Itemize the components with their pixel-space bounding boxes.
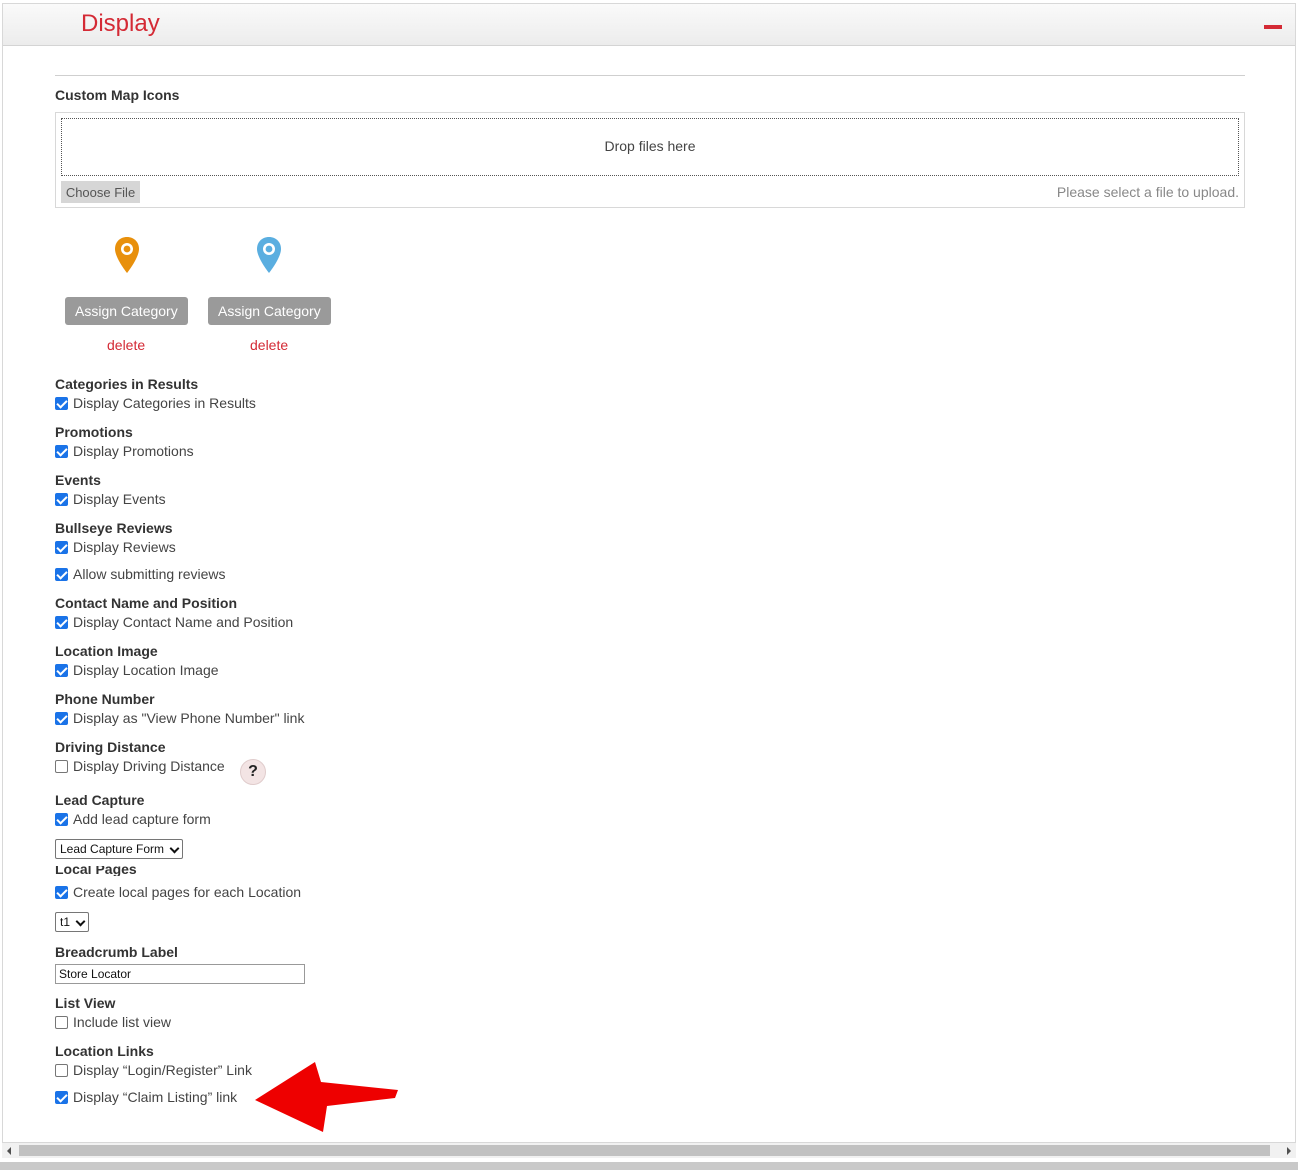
phone-title: Phone Number <box>55 691 155 707</box>
location-image-checkbox-row[interactable]: Display Location Image <box>55 662 219 678</box>
location-image-title: Location Image <box>55 643 158 659</box>
breadcrumb-title: Breadcrumb Label <box>55 944 178 960</box>
events-checkbox[interactable] <box>55 492 68 506</box>
local-pages-checkbox-row[interactable]: Create local pages for each Location <box>55 884 301 900</box>
lead-capture-checkbox-label: Add lead capture form <box>73 811 211 827</box>
driving-checkbox[interactable] <box>55 759 68 773</box>
phone-checkbox-row[interactable]: Display as "View Phone Number" link <box>55 710 304 726</box>
display-reviews-checkbox[interactable] <box>55 540 68 554</box>
chevron-down-icon <box>75 916 86 927</box>
login-link-checkbox-row[interactable]: Display “Login/Register” Link <box>55 1062 252 1078</box>
promotions-checkbox-label: Display Promotions <box>73 443 194 459</box>
list-view-title: List View <box>55 995 116 1011</box>
scroll-left-icon[interactable] <box>7 1147 11 1155</box>
file-dropzone[interactable]: Drop files here <box>61 118 1239 176</box>
events-checkbox-row[interactable]: Display Events <box>55 491 166 507</box>
collapse-icon[interactable] <box>1264 25 1282 29</box>
categories-checkbox-row[interactable]: Display Categories in Results <box>55 395 256 411</box>
promotions-title: Promotions <box>55 424 133 440</box>
claim-listing-checkbox[interactable] <box>55 1090 68 1104</box>
list-view-checkbox-label: Include list view <box>73 1014 172 1030</box>
contact-checkbox-row[interactable]: Display Contact Name and Position <box>55 614 293 630</box>
chevron-down-icon <box>169 843 180 854</box>
file-upload-box: Drop files here Choose File Please selec… <box>55 112 1245 208</box>
driving-checkbox-label: Display Driving Distance <box>73 758 225 774</box>
list-view-checkbox-row[interactable]: Include list view <box>55 1014 171 1030</box>
events-title: Events <box>55 472 101 488</box>
login-link-checkbox[interactable] <box>55 1063 68 1077</box>
local-pages-select-value: t1 <box>60 915 71 929</box>
categories-title: Categories in Results <box>55 376 199 392</box>
login-link-checkbox-label: Display “Login/Register” Link <box>73 1062 252 1078</box>
choose-file-button[interactable]: Choose File <box>61 181 140 203</box>
display-reviews-checkbox-row[interactable]: Display Reviews <box>55 539 176 555</box>
claim-listing-checkbox-row[interactable]: Display “Claim Listing” link <box>55 1089 237 1105</box>
bottom-strip <box>0 1162 1298 1170</box>
delete-icon-link[interactable]: delete <box>250 337 288 353</box>
contact-checkbox-label: Display Contact Name and Position <box>73 614 294 630</box>
promotions-checkbox-row[interactable]: Display Promotions <box>55 443 194 459</box>
blue-map-pin-icon <box>257 237 281 273</box>
location-image-checkbox-label: Display Location Image <box>73 662 219 678</box>
annotation-arrow-icon <box>255 1062 398 1132</box>
lead-capture-form-select-value: Lead Capture Form <box>60 842 165 856</box>
allow-reviews-checkbox[interactable] <box>55 567 68 581</box>
divider <box>55 75 1245 76</box>
delete-icon-link[interactable]: delete <box>107 337 145 353</box>
upload-hint: Please select a file to upload. <box>1056 184 1239 200</box>
scroll-right-icon[interactable] <box>1287 1147 1291 1155</box>
driving-checkbox-row[interactable]: Display Driving Distance <box>55 758 225 774</box>
allow-reviews-checkbox-row[interactable]: Allow submitting reviews <box>55 566 226 582</box>
local-pages-title-text: Local Pages <box>55 866 137 876</box>
lead-capture-title: Lead Capture <box>55 792 145 808</box>
local-pages-checkbox[interactable] <box>55 885 68 899</box>
panel-header[interactable]: Display <box>3 4 1295 46</box>
phone-checkbox-label: Display as "View Phone Number" link <box>73 710 305 726</box>
reviews-title: Bullseye Reviews <box>55 520 173 536</box>
orange-map-pin-icon <box>115 237 139 273</box>
assign-category-button[interactable]: Assign Category <box>65 297 188 325</box>
lead-capture-checkbox[interactable] <box>55 812 68 826</box>
list-view-checkbox[interactable] <box>55 1015 68 1029</box>
local-pages-checkbox-label: Create local pages for each Location <box>73 884 302 900</box>
local-pages-title: Local Pages <box>55 866 137 876</box>
custom-map-icons-label: Custom Map Icons <box>55 87 180 103</box>
allow-reviews-checkbox-label: Allow submitting reviews <box>73 566 226 582</box>
lead-capture-checkbox-row[interactable]: Add lead capture form <box>55 811 211 827</box>
horizontal-scrollbar[interactable] <box>2 1143 1296 1158</box>
breadcrumb-label-input[interactable] <box>55 964 305 984</box>
location-image-checkbox[interactable] <box>55 663 68 677</box>
local-pages-select[interactable]: t1 <box>55 912 90 932</box>
promotions-checkbox[interactable] <box>55 444 68 458</box>
panel-title: Display <box>81 10 160 37</box>
assign-category-button[interactable]: Assign Category <box>208 297 331 325</box>
categories-checkbox-label: Display Categories in Results <box>73 395 256 411</box>
contact-title: Contact Name and Position <box>55 595 238 611</box>
phone-checkbox[interactable] <box>55 711 68 725</box>
lead-capture-form-select[interactable]: Lead Capture Form <box>55 839 184 859</box>
events-checkbox-label: Display Events <box>73 491 166 507</box>
contact-checkbox[interactable] <box>55 615 68 629</box>
claim-listing-checkbox-label: Display “Claim Listing” link <box>73 1089 238 1105</box>
help-icon[interactable]: ? <box>240 759 266 785</box>
scrollbar-thumb[interactable] <box>19 1145 1270 1156</box>
categories-checkbox[interactable] <box>55 396 68 410</box>
driving-title: Driving Distance <box>55 739 166 755</box>
display-reviews-checkbox-label: Display Reviews <box>73 539 176 555</box>
location-links-title: Location Links <box>55 1043 154 1059</box>
